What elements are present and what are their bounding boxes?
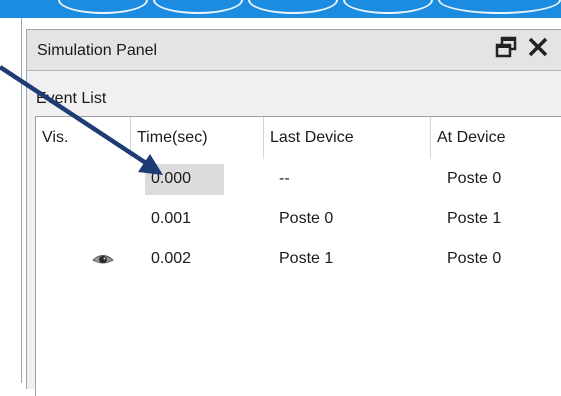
event-list-label: Event List <box>36 90 107 107</box>
table-row[interactable]: 0.001 Poste 0 Poste 1 <box>36 199 561 239</box>
at-device-cell: Poste 0 <box>447 170 502 187</box>
at-device-cell: Poste 0 <box>447 250 502 267</box>
panel-title: Simulation Panel <box>37 42 158 59</box>
table-row[interactable]: 0.000 -- Poste 0 <box>36 159 561 199</box>
table-row[interactable]: 0.002 Poste 1 Poste 0 <box>36 239 561 279</box>
time-cell: 0.000 <box>151 170 192 187</box>
toolbar-button[interactable] <box>248 0 338 14</box>
last-device-cell: Poste 0 <box>279 210 334 227</box>
last-device-cell: -- <box>279 170 290 187</box>
toolbar-button[interactable] <box>153 0 243 14</box>
toolbar-button[interactable] <box>343 0 433 14</box>
left-pane-edge <box>0 18 22 383</box>
at-device-cell: Poste 1 <box>447 210 502 227</box>
event-list-table[interactable]: Vis. Time(sec) Last Device At Device 0.0… <box>35 116 561 396</box>
last-device-cell: Poste 1 <box>279 250 334 267</box>
column-header-time[interactable]: Time(sec) <box>131 117 264 159</box>
close-icon[interactable] <box>527 36 549 63</box>
time-cell: 0.001 <box>151 210 192 227</box>
panel-header: Simulation Panel <box>27 30 561 71</box>
toolbar-button[interactable] <box>438 0 561 14</box>
column-header-last-device[interactable]: Last Device <box>264 117 431 159</box>
time-cell: 0.002 <box>151 250 192 267</box>
simulation-panel: Simulation Panel Event List Vis. Time(se… <box>26 29 561 396</box>
app-toolbar-strip <box>0 0 561 18</box>
column-header-at-device[interactable]: At Device <box>431 117 561 159</box>
toolbar-button[interactable] <box>58 0 148 14</box>
column-header-vis[interactable]: Vis. <box>36 117 131 159</box>
event-list-section: Event List Vis. Time(sec) Last Device At… <box>27 79 561 396</box>
restore-window-icon[interactable] <box>495 36 517 63</box>
eye-icon[interactable] <box>92 251 114 272</box>
